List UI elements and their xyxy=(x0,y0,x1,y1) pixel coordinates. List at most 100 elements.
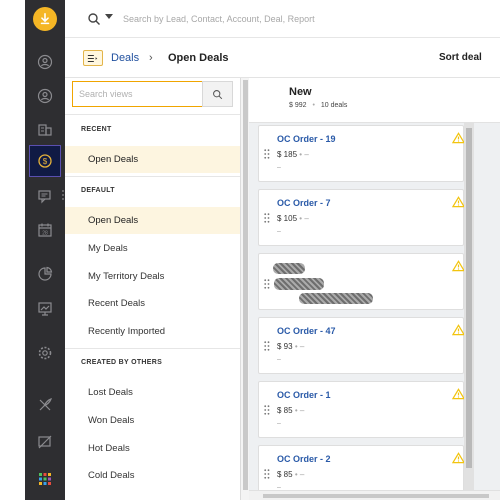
deal-card-redacted[interactable] xyxy=(258,253,465,310)
deal-amount-value: $ 93 xyxy=(277,342,293,351)
nav-campaigns[interactable] xyxy=(25,390,65,420)
drag-grip-icon[interactable] xyxy=(264,213,270,223)
view-item-lost-deals[interactable]: Lost Deals xyxy=(65,379,240,406)
svg-text:$: $ xyxy=(43,157,48,166)
views-search-input[interactable] xyxy=(72,81,203,107)
view-item-my-territory-deals[interactable]: My Territory Deals xyxy=(65,263,240,290)
deal-title-link[interactable]: OC Order - 2 xyxy=(277,454,331,464)
bullet-separator: • xyxy=(294,406,298,415)
breadcrumb-deals-link[interactable]: Deals xyxy=(111,52,139,64)
deal-owner: – xyxy=(299,470,305,479)
insights-icon xyxy=(38,302,52,316)
nav-insights[interactable] xyxy=(25,294,65,324)
views-search-button[interactable] xyxy=(202,81,233,107)
column-total-amount: $ 992 xyxy=(289,102,307,109)
bullet-separator: • xyxy=(312,102,315,109)
deal-title-link[interactable]: OC Order - 19 xyxy=(277,134,336,144)
deal-amount-value: $ 85 xyxy=(277,470,293,479)
board-horizontal-scrollbar-thumb[interactable] xyxy=(263,494,489,498)
board-horizontal-scrollbar[interactable] xyxy=(249,490,500,500)
view-item-open-deals[interactable]: Open Deals xyxy=(65,207,240,234)
download-arrow-logo-icon xyxy=(40,12,50,25)
view-item-hot-deals[interactable]: Hot Deals xyxy=(65,435,240,462)
deal-card[interactable]: OC Order - 7 $ 105 • – – xyxy=(258,189,465,246)
drag-grip-icon[interactable] xyxy=(264,149,270,159)
nav-reports[interactable] xyxy=(25,259,65,289)
drag-grip-icon[interactable] xyxy=(264,279,270,289)
views-panel-toggle-button[interactable] xyxy=(83,50,103,66)
nav-calendar[interactable]: 28 xyxy=(25,215,65,245)
contacts-icon xyxy=(37,88,53,104)
deal-amount: $ 105 • – xyxy=(277,214,309,223)
views-sidebar: RECENT Open Deals DEFAULT Open Deals My … xyxy=(65,78,241,500)
top-bar xyxy=(65,0,500,38)
crm-app: $ 28 Search by Lead, Contact, Account, D… xyxy=(0,0,500,500)
app-logo[interactable] xyxy=(33,7,57,31)
redacted-extra xyxy=(299,293,373,304)
nav-deals[interactable]: $ xyxy=(29,145,61,177)
deal-card[interactable]: OC Order - 19 $ 185 • – – xyxy=(258,125,465,182)
page-header: Deals › Open Deals Sort deal xyxy=(65,38,500,78)
drag-grip-icon[interactable] xyxy=(264,341,270,351)
search-icon[interactable] xyxy=(87,12,101,26)
nav-contacts[interactable] xyxy=(25,81,65,111)
section-label-default: DEFAULT xyxy=(81,187,115,194)
breadcrumb-separator-icon: › xyxy=(149,52,153,64)
search-scope-chevron-down-icon[interactable] xyxy=(105,14,113,19)
view-item-recently-imported[interactable]: Recently Imported xyxy=(65,318,240,345)
deal-extra: – xyxy=(277,356,281,363)
column-header-new: New $ 992 • 10 deals xyxy=(249,78,500,123)
drag-grip-icon[interactable] xyxy=(264,469,270,479)
view-item-my-deals[interactable]: My Deals xyxy=(65,235,240,262)
divider xyxy=(65,348,240,349)
apps-grid-icon xyxy=(39,473,51,485)
redacted-amount xyxy=(274,278,324,290)
deal-amount-value: $ 85 xyxy=(277,406,293,415)
bullet-separator: • xyxy=(299,214,303,223)
view-item-recent-deals[interactable]: Recent Deals xyxy=(65,290,240,317)
leads-icon xyxy=(37,54,53,70)
divider xyxy=(65,176,240,177)
deal-card[interactable]: OC Order - 47 $ 93 • – – xyxy=(258,317,465,374)
main-nav: $ 28 xyxy=(25,0,65,500)
deal-title-link[interactable]: OC Order - 47 xyxy=(277,326,336,336)
divider xyxy=(65,114,240,115)
list-menu-icon xyxy=(87,54,98,62)
messages-icon xyxy=(38,190,51,204)
nav-apps[interactable] xyxy=(25,464,65,494)
nav-workflows[interactable] xyxy=(25,427,65,457)
view-item-cold-deals[interactable]: Cold Deals xyxy=(65,462,240,489)
deal-extra: – xyxy=(277,420,281,427)
workflows-icon xyxy=(38,435,52,449)
column-scrollbar-thumb[interactable] xyxy=(466,128,472,468)
views-scrollbar-thumb[interactable] xyxy=(243,80,248,490)
column-scrollbar[interactable] xyxy=(464,122,474,492)
deals-icon: $ xyxy=(38,154,52,168)
deal-owner: – xyxy=(304,214,309,223)
campaigns-icon xyxy=(39,398,52,411)
view-item-recent-open-deals[interactable]: Open Deals xyxy=(65,146,240,173)
deal-amount: $ 185 • – xyxy=(277,150,309,159)
search-icon xyxy=(213,89,223,99)
deal-amount: $ 85 • – xyxy=(277,470,304,479)
views-scrollbar[interactable] xyxy=(241,78,249,500)
calendar-icon: 28 xyxy=(38,223,52,237)
deal-amount: $ 85 • – xyxy=(277,406,304,415)
nav-leads[interactable] xyxy=(25,47,65,77)
view-item-won-deals[interactable]: Won Deals xyxy=(65,407,240,434)
deal-amount: $ 93 • – xyxy=(277,342,304,351)
nav-accounts[interactable] xyxy=(25,114,65,144)
left-margin xyxy=(0,0,25,500)
column-title: New xyxy=(289,86,312,98)
deal-amount-value: $ 105 xyxy=(277,214,298,223)
deal-title-link[interactable]: OC Order - 7 xyxy=(277,198,331,208)
deal-title-link[interactable]: OC Order - 1 xyxy=(277,390,331,400)
drag-grip-icon[interactable] xyxy=(264,405,270,415)
nav-messages[interactable] xyxy=(25,181,65,211)
deal-card[interactable]: OC Order - 1 $ 85 • – – xyxy=(258,381,465,438)
column-deal-count: 10 deals xyxy=(320,102,348,109)
nav-settings[interactable] xyxy=(25,338,65,368)
sort-deals-button[interactable]: Sort deal xyxy=(439,52,482,63)
deal-owner: – xyxy=(304,150,309,159)
global-search-input[interactable] xyxy=(123,10,453,28)
